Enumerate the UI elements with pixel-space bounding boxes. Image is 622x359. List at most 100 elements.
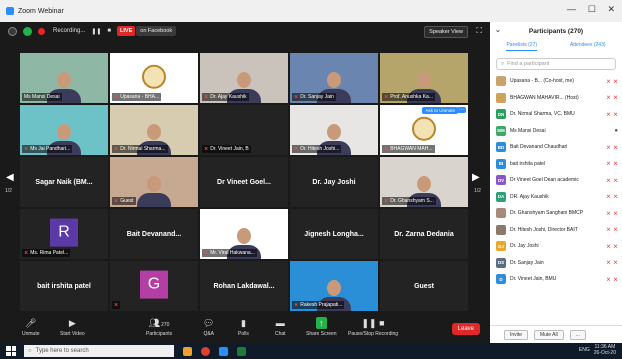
participant-tile[interactable]: ⨯ Rakesh Prajapati... — [290, 261, 378, 311]
taskbar-search-input[interactable]: ○ Type here to search — [24, 345, 174, 357]
language-indicator[interactable]: ENG — [579, 347, 590, 353]
share-screen-button[interactable]: ↑ Share Screen — [306, 317, 337, 337]
encryption-shield-icon[interactable] — [23, 26, 32, 36]
participant-tile[interactable]: ⨯ Upasana - BHA... — [110, 53, 198, 103]
participant-tile[interactable]: G ⨯ — [110, 261, 198, 311]
video-off-icon: ⨯ — [605, 260, 611, 267]
participant-name: Rakesh Prajapati... — [300, 302, 343, 308]
participant-row[interactable]: Dr. Hitesh Joshi, Director BAIT ⨯ ⨯ — [490, 222, 622, 239]
participant-tile[interactable]: ⨯ BHAGWAN MAH... Ask to Unmute ··· — [380, 105, 468, 155]
participant-tile[interactable]: ⨯ Dr. Nirmal Sharma... — [110, 105, 198, 155]
participant-tile[interactable]: bait irshita patel — [20, 261, 108, 311]
participant-tile[interactable]: ⨯ Dr. Sanjay Jain — [290, 53, 378, 103]
file-explorer-icon[interactable] — [183, 346, 192, 356]
participant-row[interactable]: DS Dr. Sanjay Jain ⨯ ⨯ — [490, 255, 622, 272]
participant-name-center: bait irshita patel — [37, 282, 91, 290]
participants-button[interactable]: 👥︎270 Participants — [146, 317, 172, 337]
find-participant-input[interactable]: ⌕ Find a participant — [496, 58, 616, 70]
more-options-button[interactable]: ... — [569, 329, 586, 340]
close-button[interactable]: ✕ — [607, 4, 615, 15]
mute-all-button[interactable]: Mute All — [533, 329, 564, 340]
pause-recording-icon[interactable]: ❚❚ — [91, 28, 101, 35]
invite-button[interactable]: Invite — [504, 329, 528, 340]
start-video-button[interactable]: ▶︎ Start Video — [60, 317, 85, 337]
ask-to-unmute-button[interactable]: Ask to Unmute — [422, 107, 458, 114]
participant-row[interactable]: MM Ms Mansi Desai ● — [490, 123, 622, 140]
participant-row[interactable]: BD Bait Devanand Chaudhari ⨯ ⨯ — [490, 139, 622, 156]
participant-tile[interactable]: Sagar Naik (BM... — [20, 157, 108, 207]
pause-recording-button[interactable]: ❚❚ ■ Pause/Stop Recording — [348, 317, 398, 337]
chrome-icon[interactable] — [201, 346, 210, 356]
info-icon[interactable] — [8, 26, 17, 36]
microphone-muted-icon: ⨯ — [24, 146, 29, 152]
participant-row[interactable]: DV Dr Vineet Goel Dean academic ⨯ ⨯ — [490, 172, 622, 189]
participant-row[interactable]: DN Dr. Nirmal Sharma, VC, BMU ⨯ ⨯ — [490, 106, 622, 123]
participant-name-center: Rohan Lakdawal... — [213, 282, 275, 290]
participant-tile[interactable]: R ⨯ Ms. Rima Patel... — [20, 209, 108, 259]
tab-attendees[interactable]: Attendees (243) — [570, 42, 606, 50]
participant-tile[interactable]: Rohan Lakdawal... — [200, 261, 288, 311]
leave-button[interactable]: Leave — [451, 323, 480, 335]
participant-tile[interactable]: Bait Devanand... — [110, 209, 198, 259]
gallery-grid: Ms Mansi Desai ⨯ Upasana - BHA... ⨯ Dr. Ajay… — [20, 53, 468, 311]
video-camera-off-icon: ▶︎ — [68, 318, 76, 328]
participant-tile[interactable]: ⨯ Dr. Ghanshyam S... — [380, 157, 468, 207]
stop-recording-icon[interactable]: ■ — [107, 28, 111, 34]
polls-button[interactable]: ▮ Polls — [238, 317, 249, 337]
tab-panelists[interactable]: Panelists (27) — [506, 42, 538, 51]
participant-tile[interactable]: ⨯ Dr. Hitesh Joshi... — [290, 105, 378, 155]
participant-tile[interactable]: Dr. Zarna Dedania — [380, 209, 468, 259]
participant-tile[interactable]: ⨯ Mr. Viral Hakwana... — [200, 209, 288, 259]
unmute-label: Unmute — [22, 331, 40, 337]
tile-more-button[interactable]: ··· — [457, 107, 466, 113]
participant-row[interactable]: DJ Dr. Jay Joshi ⨯ ⨯ — [490, 238, 622, 255]
microphone-muted-icon: ⨯ — [612, 243, 618, 250]
participant-row[interactable]: Dr. Ghanshyam Sanghani BMCP ⨯ ⨯ — [490, 205, 622, 222]
participant-tile[interactable]: ⨯ Dr. Ajay Kaushik — [200, 53, 288, 103]
participant-tile[interactable]: ⨯ Dr. Vineet Jain, B — [200, 105, 288, 155]
qa-button[interactable]: 💬︎ Q&A — [203, 317, 214, 337]
taskbar-search-placeholder: Type here to search — [35, 348, 89, 354]
video-off-icon: ⨯ — [605, 95, 611, 102]
participant-tile[interactable]: Jignesh Longha... — [290, 209, 378, 259]
live-badge[interactable]: LIVE — [117, 26, 136, 36]
microphone-muted-icon: ⨯ — [612, 177, 618, 184]
participant-tile[interactable]: ⨯ Guest — [110, 157, 198, 207]
next-page-icon[interactable]: ▶ — [472, 172, 480, 183]
participant-row[interactable]: Upasana - B... (Co-host, me) ⨯ ⨯ — [490, 73, 622, 90]
participant-tile[interactable]: ⨯ Ms Jai Pandhari... — [20, 105, 108, 155]
microphone-muted-icon: ⨯ — [24, 250, 29, 256]
excel-icon[interactable] — [237, 346, 246, 356]
avatar — [496, 208, 506, 219]
microphone-muted-icon: ⨯ — [612, 161, 618, 168]
speaker-view-button[interactable]: Speaker View — [424, 26, 468, 38]
zoom-taskbar-icon[interactable] — [219, 346, 228, 356]
minimize-button[interactable]: — — [567, 4, 576, 14]
participant-tile[interactable]: ⨯ Prof. Anushka Ka... — [380, 53, 468, 103]
collapse-panel-icon[interactable]: ⌄ — [495, 26, 501, 34]
microphone-muted-icon: ⨯ — [612, 227, 618, 234]
windows-start-icon[interactable] — [6, 346, 16, 356]
participant-row[interactable]: D Dr. Vineet Jain, BMU ⨯ ⨯ — [490, 271, 622, 288]
participant-tile[interactable]: Ms Mansi Desai — [20, 53, 108, 103]
live-destination[interactable]: on Facebook — [136, 26, 177, 36]
prev-page-icon[interactable]: ◀ — [6, 172, 14, 183]
participant-name: Ms Jai Pandhari... — [30, 146, 71, 152]
clock[interactable]: 11:36 AM 26-Oct-20 — [594, 344, 616, 356]
participant-row[interactable]: BI bait irshita patel ⨯ ⨯ — [490, 156, 622, 173]
pause-recording-toolbar-icon: ❚❚ ■ — [361, 318, 385, 328]
participant-row[interactable]: DA DR. Ajay Kaushik ⨯ ⨯ — [490, 189, 622, 206]
chat-button[interactable]: ▬ Chat — [275, 317, 286, 337]
polls-icon: ▮ — [240, 318, 246, 328]
participant-row[interactable]: BHAGWAN MAHAVIR... (Host) ⨯ ⨯ — [490, 90, 622, 107]
fullscreen-icon[interactable]: ⛶ — [476, 26, 482, 36]
unmute-button[interactable]: 🎤︎ Unmute — [22, 317, 40, 337]
participant-tile[interactable]: Guest — [380, 261, 468, 311]
participant-status-icons: ⨯ ⨯ — [606, 276, 618, 283]
maximize-button[interactable]: ☐ — [588, 4, 596, 15]
participant-name-tag: ⨯ Dr. Vineet Jain, B — [202, 145, 251, 153]
microphone-muted-icon: ⨯ — [204, 94, 209, 100]
microphone-muted-icon: ⨯ — [612, 95, 618, 102]
participant-tile[interactable]: Dr. Jay Joshi — [290, 157, 378, 207]
participant-tile[interactable]: Dr Vineet Goel... — [200, 157, 288, 207]
